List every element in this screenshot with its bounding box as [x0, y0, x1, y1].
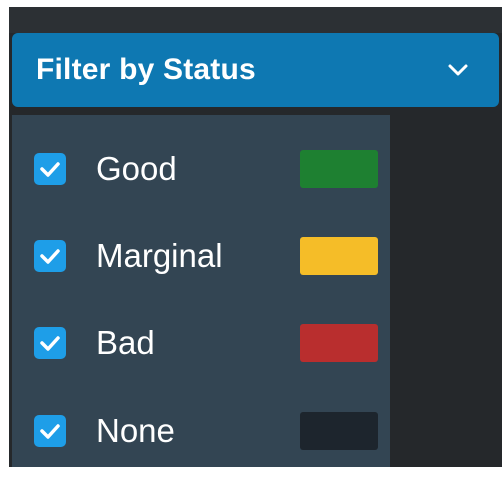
- marginal-color-swatch: [300, 237, 378, 275]
- status-label: None: [96, 412, 175, 449]
- check-icon: [40, 162, 60, 177]
- marginal-checkbox[interactable]: [34, 240, 66, 272]
- status-option-marginal[interactable]: Marginal: [12, 225, 390, 285]
- chevron-down-icon: [448, 64, 468, 76]
- none-checkbox[interactable]: [34, 415, 66, 447]
- status-label: Bad: [96, 324, 155, 361]
- check-icon: [40, 424, 60, 439]
- status-filter-panel: Good Marginal Bad None: [12, 115, 390, 467]
- filter-by-status-dropdown[interactable]: Filter by Status: [12, 33, 499, 107]
- status-label: Marginal: [96, 237, 223, 274]
- screenshot-frame: Filter by Status Good Marginal Bad None: [0, 0, 502, 478]
- status-option-good[interactable]: Good: [12, 138, 390, 198]
- bad-color-swatch: [300, 324, 378, 362]
- dropdown-label: Filter by Status: [36, 53, 256, 86]
- none-color-swatch: [300, 412, 378, 450]
- status-option-none[interactable]: None: [12, 400, 390, 460]
- good-checkbox[interactable]: [34, 153, 66, 185]
- status-label: Good: [96, 150, 177, 187]
- check-icon: [40, 336, 60, 351]
- top-band: [9, 7, 502, 33]
- good-color-swatch: [300, 150, 378, 188]
- status-option-bad[interactable]: Bad: [12, 312, 390, 372]
- bad-checkbox[interactable]: [34, 327, 66, 359]
- check-icon: [40, 249, 60, 264]
